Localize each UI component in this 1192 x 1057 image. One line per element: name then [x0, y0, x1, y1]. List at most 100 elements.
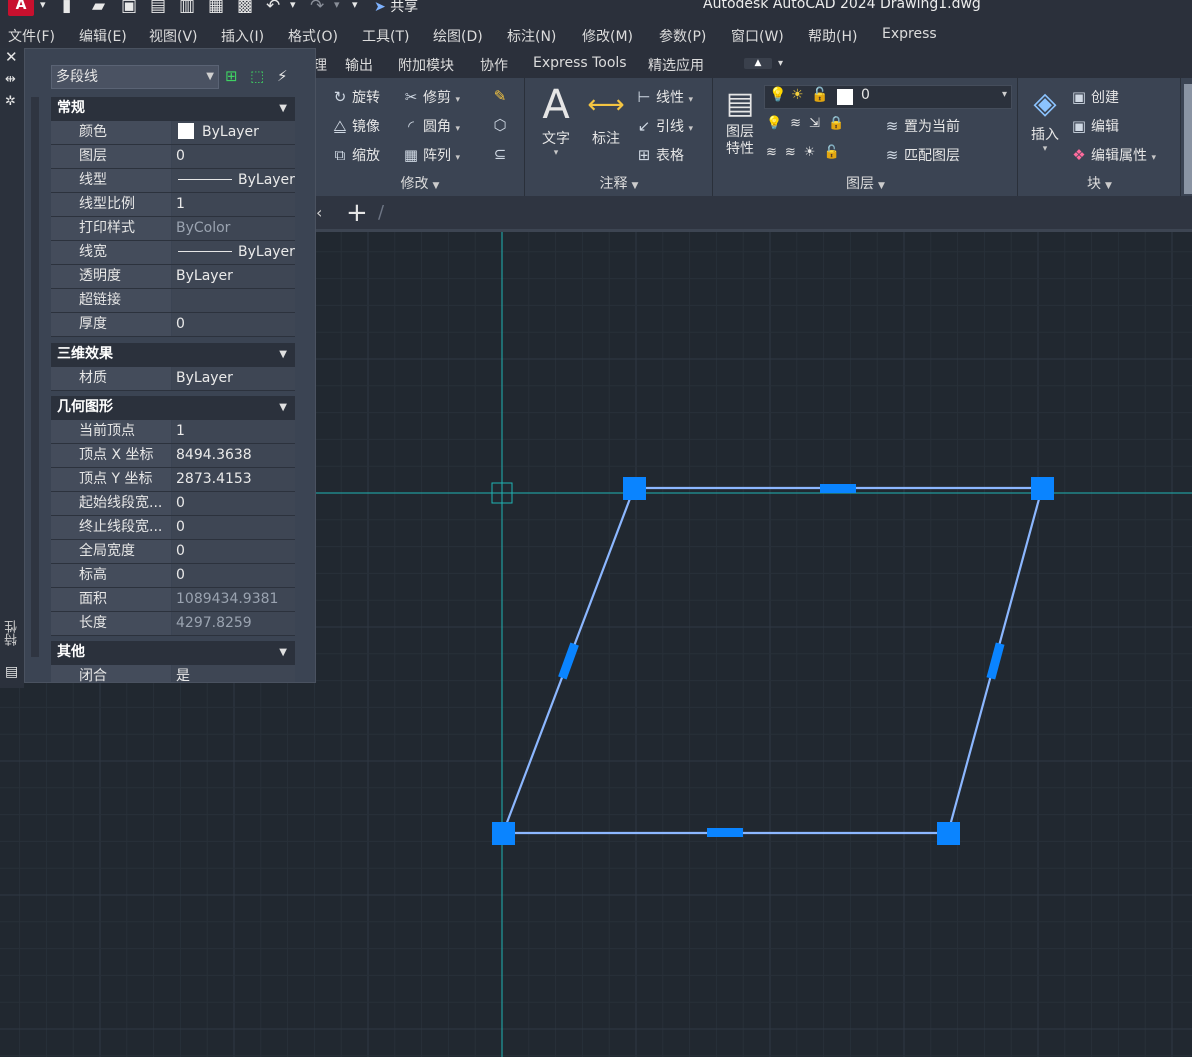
ribbon-minimize-icon[interactable]: ▲ [744, 58, 772, 69]
redo-icon[interactable]: ↷ [310, 0, 324, 16]
panel-title-layers[interactable]: 图层 ▼ [714, 173, 1017, 193]
close-icon[interactable]: ✕ [5, 48, 18, 66]
ribbon-overflow-panel[interactable] [1184, 84, 1192, 194]
menu-insert[interactable]: 插入(I) [221, 26, 264, 46]
midpoint-grip-top[interactable] [820, 484, 856, 493]
vertex-grip-2[interactable] [1031, 477, 1054, 500]
midpoint-grip-bottom[interactable] [707, 828, 743, 837]
ribbon-tab-collaborate[interactable]: 协作 [480, 55, 508, 75]
linear-button[interactable]: ⊢ 线性 ▾ [634, 87, 693, 107]
prop-row-start-width[interactable]: 起始线段宽... 0 [51, 492, 295, 516]
trim-caret-icon[interactable]: ▾ [455, 95, 460, 105]
qat-customize-caret-icon[interactable]: ▾ [352, 0, 358, 11]
dimension-button[interactable]: ⟷ 标注 [584, 82, 628, 148]
leader-caret-icon[interactable]: ▾ [688, 124, 693, 134]
menu-dimension[interactable]: 标注(N) [507, 26, 556, 46]
prop-row-area[interactable]: 面积 1089434.9381 [51, 588, 295, 612]
toggle-pickadd-icon[interactable]: ⊞ [225, 67, 238, 85]
fillet-button[interactable]: ◜ 圆角 ▾ [401, 116, 460, 136]
prop-row-material[interactable]: 材质 ByLayer [51, 367, 295, 391]
rotate-button[interactable]: ↻ 旋转 [330, 87, 380, 107]
section-misc[interactable]: 其他 ▼ [51, 641, 295, 665]
prop-row-linetype-scale[interactable]: 线型比例 1 [51, 193, 295, 217]
linear-caret-icon[interactable]: ▾ [688, 95, 693, 105]
plus-icon[interactable]: + [346, 198, 368, 228]
insert-caret-icon[interactable]: ▾ [1023, 144, 1067, 154]
ribbon-tab-express-tools[interactable]: Express Tools [533, 55, 627, 71]
menu-parametric[interactable]: 参数(P) [659, 26, 706, 46]
layer-tools-row-2[interactable]: ≋≋☀🔓 [766, 145, 848, 160]
select-objects-icon[interactable]: ⬚ [250, 67, 264, 85]
save-icon[interactable]: ▣ [121, 0, 137, 16]
save-as-icon[interactable]: ▤ [150, 0, 166, 16]
section-geometry[interactable]: 几何图形 ▼ [51, 396, 295, 420]
vertex-grip-1[interactable] [623, 477, 646, 500]
prop-row-elevation[interactable]: 标高 0 [51, 564, 295, 588]
menu-express[interactable]: Express [882, 26, 937, 42]
prop-row-lineweight[interactable]: 线宽 ByLayer [51, 241, 295, 265]
layer-properties-button[interactable]: ▤ 图层 特性 [718, 84, 762, 158]
array-caret-icon[interactable]: ▾ [455, 153, 460, 163]
set-current-button[interactable]: ≋ 置为当前 [882, 116, 960, 136]
vertex-grip-4[interactable] [492, 822, 515, 845]
save-web-icon[interactable]: ▦ [208, 0, 224, 16]
menu-window[interactable]: 窗口(W) [731, 26, 784, 46]
prop-row-linetype[interactable]: 线型 ByLayer [51, 169, 295, 193]
new-file-icon[interactable]: ▮ [62, 0, 71, 16]
gear-icon[interactable]: ✲ [5, 94, 16, 109]
offset-button[interactable]: ⊆ [490, 145, 512, 163]
layer-tools-row-1[interactable]: 💡≋⇲🔒 [766, 116, 852, 131]
menu-tools[interactable]: 工具(T) [362, 26, 409, 46]
panel-title-annotation[interactable]: 注释 ▼ [526, 173, 712, 193]
scale-button[interactable]: ⧉ 缩放 [330, 145, 380, 165]
open-file-icon[interactable]: ▰ [92, 0, 105, 16]
text-caret-icon[interactable]: ▾ [534, 148, 578, 158]
menu-draw[interactable]: 绘图(D) [433, 26, 483, 46]
app-menu-caret-icon[interactable]: ▾ [40, 0, 46, 11]
prop-row-layer[interactable]: 图层 0 [51, 145, 295, 169]
panel-title-block[interactable]: 块 ▼ [1019, 173, 1180, 193]
prop-row-global-width[interactable]: 全局宽度 0 [51, 540, 295, 564]
edit-attributes-button[interactable]: ❖ 编辑属性 ▾ [1069, 145, 1156, 165]
undo-icon[interactable]: ↶ [266, 0, 280, 16]
edit-block-button[interactable]: ▣ 编辑 [1069, 116, 1119, 136]
undo-caret-icon[interactable]: ▾ [290, 0, 296, 11]
mirror-button[interactable]: ⧋ 镜像 [330, 116, 380, 136]
create-block-button[interactable]: ▣ 创建 [1069, 87, 1119, 107]
menu-help[interactable]: 帮助(H) [808, 26, 857, 46]
erase-button[interactable]: ✎ [490, 87, 512, 105]
prop-row-current-vertex[interactable]: 当前顶点 1 [51, 420, 295, 444]
section-3d-visualization[interactable]: 三维效果 ▼ [51, 343, 295, 367]
ribbon-tab-addins[interactable]: 附加模块 [398, 55, 454, 75]
menu-view[interactable]: 视图(V) [149, 26, 198, 46]
menu-file[interactable]: 文件(F) [8, 26, 55, 46]
prop-row-transparency[interactable]: 透明度 ByLayer [51, 265, 295, 289]
prop-row-thickness[interactable]: 厚度 0 [51, 313, 295, 337]
plot-icon[interactable]: ▩ [237, 0, 253, 16]
object-type-select[interactable]: 多段线 ▼ [51, 65, 219, 89]
ribbon-tab-output[interactable]: 输出 [345, 55, 373, 75]
edit-attributes-caret-icon[interactable]: ▾ [1151, 153, 1156, 163]
layer-dropdown[interactable]: 💡 ☀ 🔓 0 ▾ [764, 85, 1012, 109]
palette-toggle-icon[interactable]: ▤ [5, 664, 18, 680]
prop-row-length[interactable]: 长度 4297.8259 [51, 612, 295, 636]
ribbon-minimize-caret-icon[interactable]: ▾ [778, 58, 783, 69]
array-button[interactable]: ▦ 阵列 ▾ [401, 145, 460, 165]
menu-edit[interactable]: 编辑(E) [79, 26, 127, 46]
insert-block-button[interactable]: ◈ 插入 ▾ [1023, 84, 1067, 154]
trim-button[interactable]: ✂ 修剪 ▾ [401, 87, 460, 107]
tab-scroll-left-icon[interactable]: ‹ [316, 203, 322, 222]
prop-row-hyperlink[interactable]: 超链接 [51, 289, 295, 313]
quick-select-icon[interactable]: ⚡ [277, 67, 288, 85]
open-web-icon[interactable]: ▥ [179, 0, 195, 16]
prop-row-end-width[interactable]: 终止线段宽... 0 [51, 516, 295, 540]
match-layer-button[interactable]: ≋ 匹配图层 [882, 145, 960, 165]
menu-modify[interactable]: 修改(M) [582, 26, 633, 46]
prop-row-closed[interactable]: 闭合是 [51, 665, 295, 682]
prop-row-plot-style[interactable]: 打印样式 ByColor [51, 217, 295, 241]
explode-button[interactable]: ⬡ [490, 116, 512, 134]
fillet-caret-icon[interactable]: ▾ [455, 124, 460, 134]
pin-icon[interactable]: ⇹ [5, 72, 16, 87]
prop-row-color[interactable]: 颜色 ByLayer [51, 121, 295, 145]
autocad-logo-icon[interactable]: A [8, 0, 34, 16]
